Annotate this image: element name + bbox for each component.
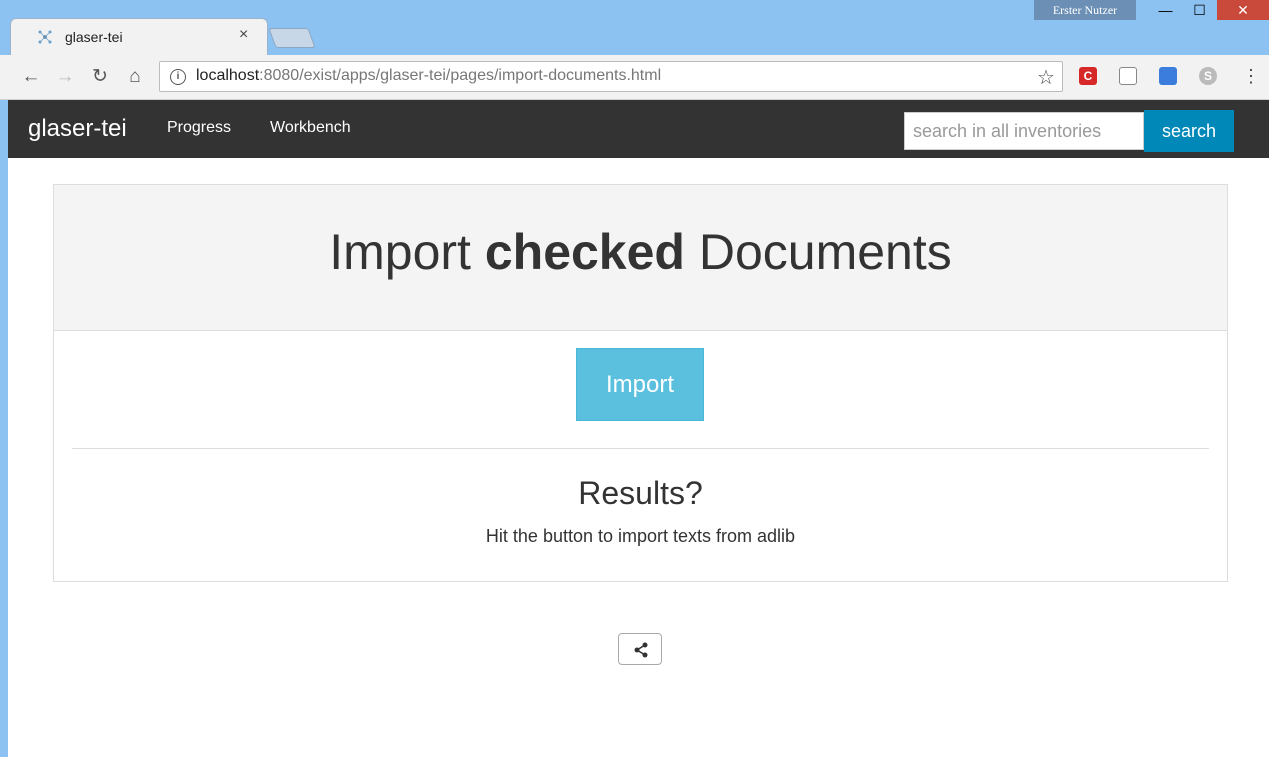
divider [72, 448, 1209, 449]
share-icon [634, 642, 648, 658]
nav-link-workbench[interactable]: Workbench [270, 119, 351, 137]
browser-menu-icon[interactable]: ⋮ [1242, 66, 1260, 87]
address-bar[interactable]: i localhost:8080/exist/apps/glaser-tei/p… [159, 61, 1063, 92]
extension-translate-icon[interactable] [1159, 67, 1177, 85]
close-tab-icon[interactable]: × [239, 26, 248, 44]
maximize-icon[interactable]: ☐ [1183, 0, 1216, 20]
tab-title: glaser-tei [65, 29, 123, 45]
close-window-icon[interactable]: ✕ [1217, 0, 1269, 20]
glaser-tei-favicon-icon [38, 30, 52, 44]
extension-skype-icon[interactable]: S [1199, 67, 1217, 85]
search-button[interactable]: search [1144, 110, 1234, 152]
share-button[interactable] [618, 633, 662, 665]
search-input[interactable] [904, 112, 1144, 150]
minimize-icon[interactable]: — [1149, 0, 1182, 20]
browser-tab[interactable]: glaser-tei × [10, 18, 268, 55]
panel-header: Import checked Documents [54, 185, 1227, 331]
page-title: Import checked Documents [329, 224, 952, 280]
forward-arrow-icon[interactable]: → [54, 66, 76, 88]
browser-titlebar: glaser-tei × Erster Nutzer — ☐ ✕ [0, 0, 1269, 55]
site-navbar: glaser-tei Progress Workbench search [8, 100, 1269, 158]
page-viewport: glaser-tei Progress Workbench search Imp… [8, 100, 1269, 757]
reload-icon[interactable]: ↻ [89, 66, 111, 88]
browser-toolbar: ← → ↻ ⌂ i localhost:8080/exist/apps/glas… [0, 55, 1269, 100]
extension-c-icon[interactable]: C [1079, 67, 1097, 85]
url-text[interactable]: localhost:8080/exist/apps/glaser-tei/pag… [196, 67, 661, 85]
nav-link-progress[interactable]: Progress [167, 119, 231, 137]
import-button[interactable]: Import [576, 348, 704, 421]
extension-document-icon[interactable] [1119, 67, 1137, 85]
new-tab-button[interactable] [268, 28, 316, 48]
bookmark-star-icon[interactable]: ☆ [1037, 65, 1055, 90]
home-icon[interactable]: ⌂ [124, 66, 146, 88]
results-text: Hit the button to import texts from adli… [485, 526, 796, 546]
site-brand[interactable]: glaser-tei [28, 115, 127, 143]
import-panel: Import checked Documents Import Results?… [53, 184, 1228, 582]
profile-badge[interactable]: Erster Nutzer [1034, 0, 1136, 20]
results-heading: Results? [578, 475, 703, 511]
back-arrow-icon[interactable]: ← [20, 66, 42, 88]
info-icon[interactable]: i [170, 69, 186, 85]
